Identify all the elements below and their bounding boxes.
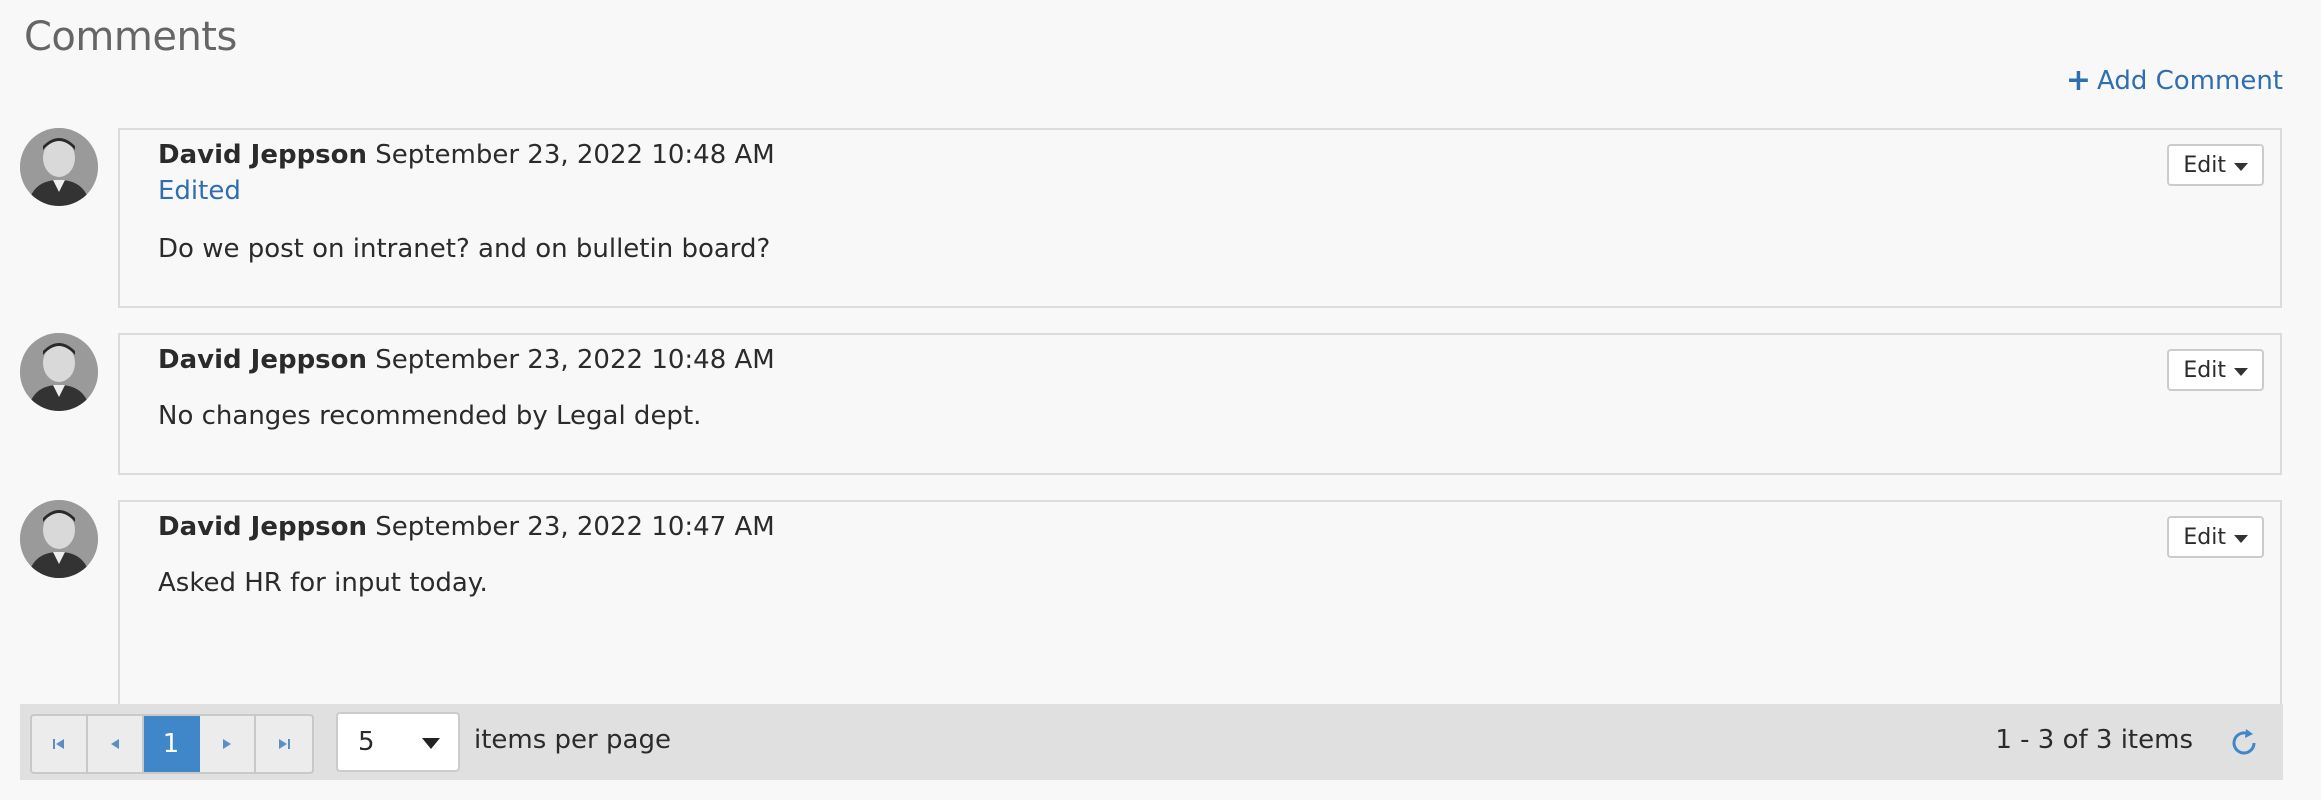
next-page-icon <box>223 739 231 749</box>
prev-page-button[interactable] <box>88 716 144 772</box>
comment-timestamp: September 23, 2022 10:48 AM <box>375 140 775 170</box>
comment-author: David Jeppson <box>158 140 368 170</box>
avatar <box>20 500 98 578</box>
last-page-icon <box>279 739 290 749</box>
first-page-icon <box>53 739 64 749</box>
comment-card: David Jeppson September 23, 2022 10:48 A… <box>118 333 2282 475</box>
comment-text: Do we post on intranet? and on bulletin … <box>158 234 771 264</box>
first-page-button[interactable] <box>32 716 88 772</box>
page-size-value: 5 <box>358 727 375 757</box>
next-page-button[interactable] <box>200 716 256 772</box>
page-button-current[interactable]: 1 <box>144 716 200 772</box>
refresh-icon <box>2232 729 2256 755</box>
edit-label: Edit <box>2183 524 2226 550</box>
comment-text: No changes recommended by Legal dept. <box>158 401 702 431</box>
page-title: Comments <box>24 14 237 60</box>
page-size-select[interactable]: 5 <box>336 712 460 772</box>
comment-meta: David Jeppson September 23, 2022 10:48 A… <box>158 140 775 170</box>
edit-button[interactable]: Edit <box>2167 516 2264 558</box>
comment-text: Asked HR for input today. <box>158 568 488 598</box>
caret-down-icon <box>2234 534 2248 543</box>
prev-page-icon <box>111 739 119 749</box>
avatar <box>20 128 98 206</box>
edit-button[interactable]: Edit <box>2167 349 2264 391</box>
caret-down-icon <box>2234 367 2248 376</box>
edit-label: Edit <box>2183 357 2226 383</box>
add-comment-label: Add Comment <box>2097 66 2283 96</box>
caret-down-icon <box>2234 162 2248 171</box>
comment-meta: David Jeppson September 23, 2022 10:47 A… <box>158 512 775 542</box>
comment-card: David Jeppson September 23, 2022 10:47 A… <box>118 500 2282 706</box>
comment-author: David Jeppson <box>158 345 368 375</box>
add-comment-button[interactable]: + Add Comment <box>2065 63 2283 98</box>
per-page-label: items per page <box>474 725 671 755</box>
edit-button[interactable]: Edit <box>2167 144 2264 186</box>
edit-label: Edit <box>2183 152 2226 178</box>
comment-timestamp: September 23, 2022 10:47 AM <box>375 512 775 542</box>
comment-timestamp: September 23, 2022 10:48 AM <box>375 345 775 375</box>
avatar <box>20 333 98 411</box>
item-range: 1 - 3 of 3 items <box>1995 725 2193 755</box>
pager: 1 5 items per page 1 - 3 of 3 items <box>20 704 2283 780</box>
comment-author: David Jeppson <box>158 512 368 542</box>
edited-label: Edited <box>158 176 241 206</box>
refresh-button[interactable] <box>2227 726 2261 760</box>
comment-card: David Jeppson September 23, 2022 10:48 A… <box>118 128 2282 308</box>
caret-down-icon <box>422 738 440 749</box>
plus-icon: + <box>2065 63 2091 98</box>
comment-meta: David Jeppson September 23, 2022 10:48 A… <box>158 345 775 375</box>
page-nav: 1 <box>30 714 314 774</box>
last-page-button[interactable] <box>256 716 312 772</box>
